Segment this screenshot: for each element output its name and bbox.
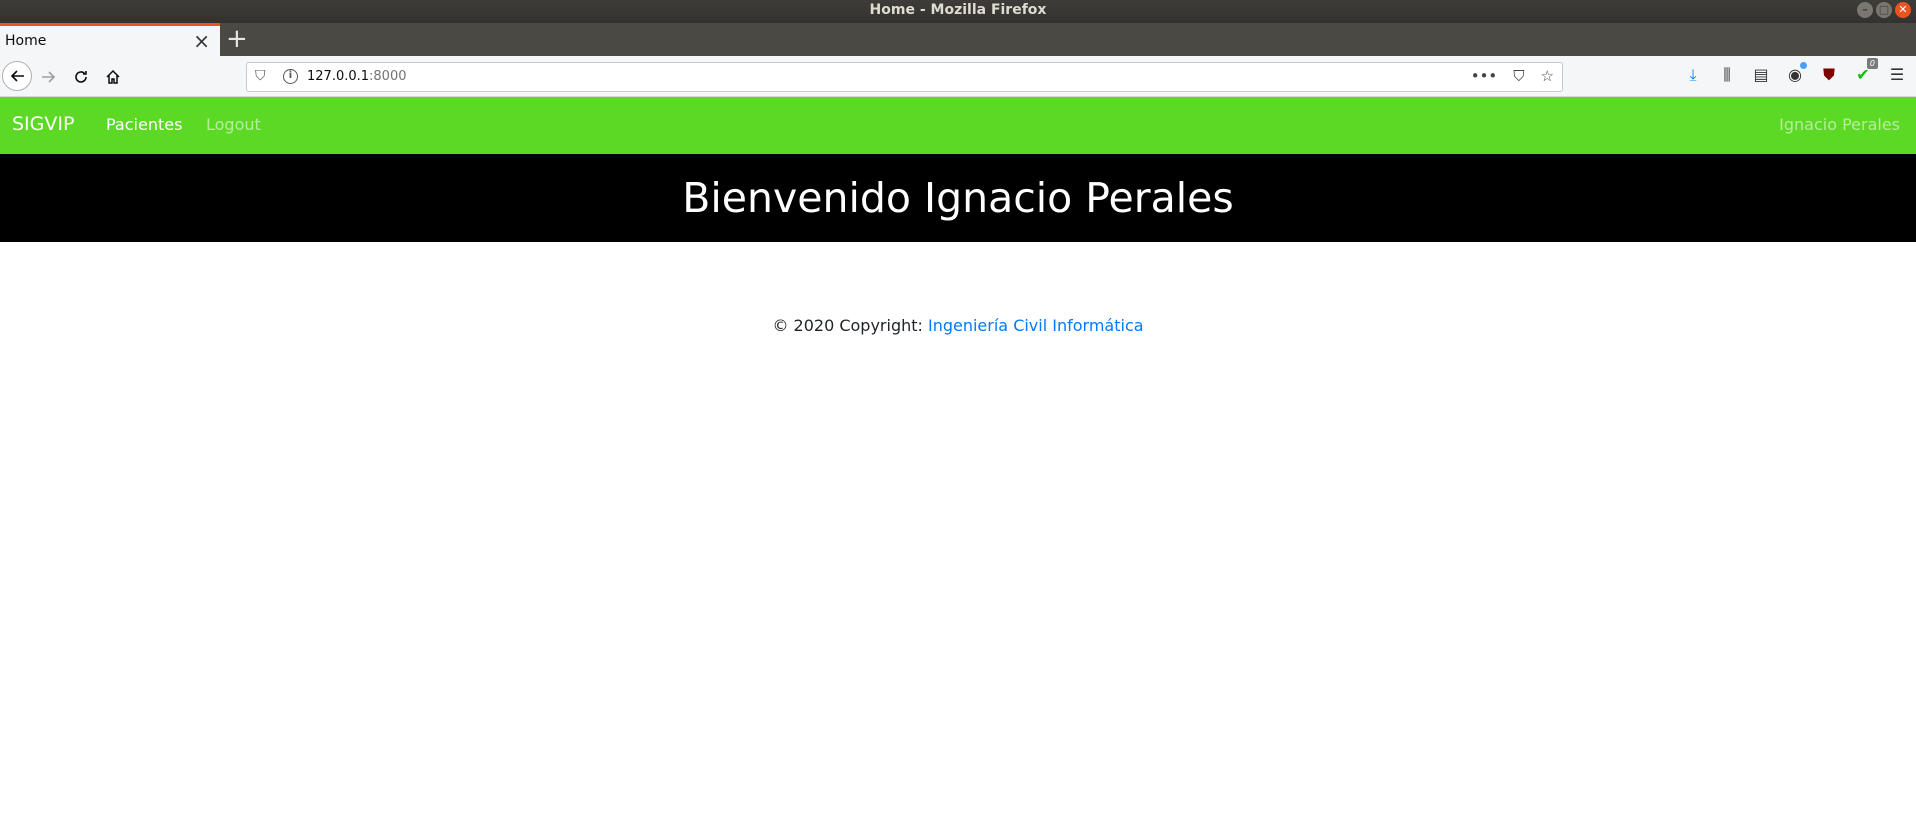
forward-arrow-icon [42, 71, 56, 83]
reload-button[interactable] [68, 64, 94, 90]
url-actions: ••• ⛉ ☆ [1471, 67, 1554, 85]
tab-title: Home [5, 33, 47, 49]
nav-user-name[interactable]: Ignacio Perales [1779, 115, 1900, 134]
window-title: Home - Mozilla Firefox [869, 2, 1047, 18]
nav-link-pacientes[interactable]: Pacientes [106, 115, 182, 134]
close-window-button[interactable]: ✕ [1895, 2, 1911, 18]
notification-dot [1800, 62, 1807, 69]
forward-button[interactable] [36, 64, 62, 90]
window-titlebar: Home - Mozilla Firefox – □ ✕ [0, 0, 1916, 23]
ublock-icon[interactable]: ⛊ [1818, 65, 1840, 85]
window-controls: – □ ✕ [1857, 2, 1911, 18]
welcome-title: Bienvenido Ignacio Perales [682, 174, 1234, 222]
privacy-badger-icon[interactable]: ✔ 0 [1852, 58, 1878, 85]
close-tab-icon[interactable]: × [193, 29, 210, 53]
reload-icon [75, 71, 87, 83]
library-icon[interactable]: ⫼ [1716, 65, 1738, 85]
nav-link-logout[interactable]: Logout [206, 115, 261, 134]
back-button[interactable] [2, 61, 32, 91]
site-info-icon[interactable]: i [283, 69, 298, 84]
minimize-button[interactable]: – [1857, 2, 1873, 18]
url-bar[interactable]: ⛉ i 127.0.0.1:8000 ••• ⛉ ☆ [246, 62, 1563, 92]
browser-toolbar: ⛉ i 127.0.0.1:8000 ••• ⛉ ☆ ⤓ ⫼ ▤ ◉ ⛊ ✔ 0 … [0, 56, 1916, 97]
maximize-button[interactable]: □ [1876, 2, 1892, 18]
tab-home[interactable]: Home × [0, 23, 220, 56]
menu-icon[interactable]: ☰ [1886, 65, 1908, 85]
pocket-icon[interactable]: ⛉ [1513, 67, 1524, 85]
url-port: :8000 [369, 69, 407, 84]
tab-strip: Home × + [0, 23, 1916, 56]
footer-link[interactable]: Ingeniería Civil Informática [928, 316, 1144, 335]
back-arrow-icon [10, 70, 24, 82]
sidebar-icon[interactable]: ▤ [1750, 65, 1772, 85]
url-host: 127.0.0.1 [307, 69, 370, 84]
downloads-icon[interactable]: ⤓ [1682, 65, 1704, 85]
bookmark-star-icon[interactable]: ☆ [1541, 67, 1554, 85]
site-navbar: SIGVIP Pacientes Logout Ignacio Perales [0, 97, 1916, 154]
home-button[interactable] [100, 64, 126, 90]
welcome-banner: Bienvenido Ignacio Perales [0, 154, 1916, 242]
extension-badge: 0 [1866, 58, 1878, 69]
tracking-shield-icon[interactable]: ⛉ [255, 68, 266, 84]
new-tab-button[interactable]: + [226, 24, 248, 54]
brand-link[interactable]: SIGVIP [12, 113, 74, 135]
footer-copyright: © 2020 Copyright: [772, 316, 928, 335]
toolbar-extensions: ⤓ ⫼ ▤ ◉ ⛊ ✔ 0 ☰ [1682, 58, 1908, 85]
footer: © 2020 Copyright: Ingeniería Civil Infor… [0, 316, 1916, 335]
page-actions-icon[interactable]: ••• [1471, 67, 1498, 85]
home-icon [106, 69, 120, 84]
url-text[interactable]: 127.0.0.1:8000 [307, 69, 407, 84]
account-icon[interactable]: ◉ [1784, 62, 1807, 85]
